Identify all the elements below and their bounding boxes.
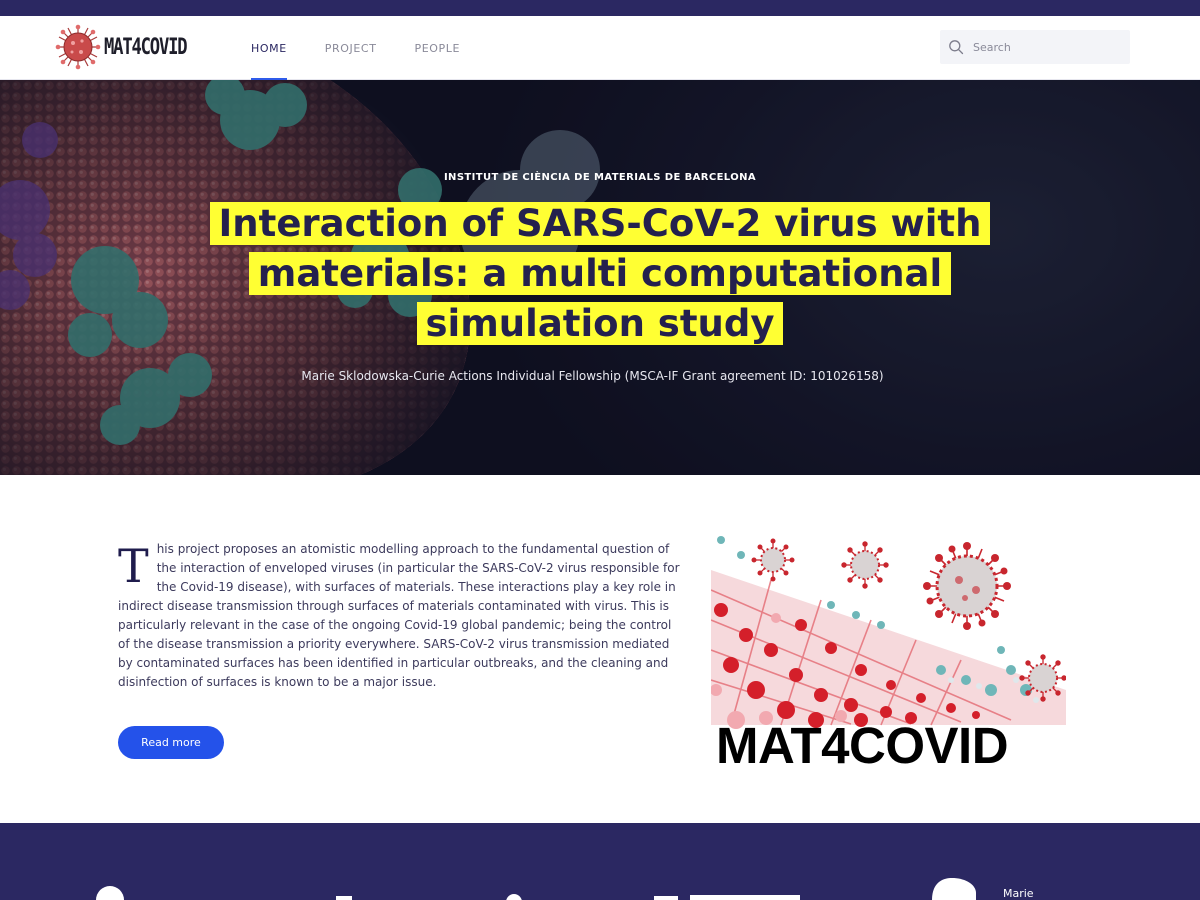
site-logo[interactable]: MAT4COVID bbox=[55, 24, 210, 70]
drop-cap: T bbox=[118, 539, 149, 593]
brand-name: MAT4COVID bbox=[104, 34, 188, 60]
read-more-button[interactable]: Read more bbox=[118, 726, 224, 759]
top-accent-bar bbox=[0, 0, 1200, 16]
fellowship-subtitle: Marie Sklodowska-Curie Actions Individua… bbox=[301, 369, 884, 383]
page-title: Interaction of SARS-CoV-2 virus with mat… bbox=[140, 199, 1060, 349]
partner-logo-6 bbox=[932, 878, 976, 900]
partner-logo-2 bbox=[336, 896, 352, 900]
nav-item-home[interactable]: HOME bbox=[251, 16, 287, 80]
partner-logo-5 bbox=[690, 895, 800, 900]
virus-particle bbox=[1019, 654, 1066, 702]
intro-paragraph: his project proposes an atomistic modell… bbox=[118, 542, 680, 689]
hero-banner: INSTITUT DE CIÈNCIA DE MATERIALS DE BARC… bbox=[0, 80, 1200, 475]
search-box[interactable] bbox=[940, 30, 1130, 64]
virus-particle bbox=[751, 538, 795, 582]
search-icon[interactable] bbox=[948, 39, 964, 55]
main-nav: HOME PROJECT PEOPLE bbox=[251, 16, 498, 80]
virus-logo-icon bbox=[55, 24, 101, 70]
partner-logo-3 bbox=[506, 894, 522, 900]
project-intro: T his project proposes an atomistic mode… bbox=[118, 540, 680, 692]
site-header: MAT4COVID HOME PROJECT PEOPLE bbox=[0, 16, 1200, 80]
site-footer: Marie bbox=[0, 823, 1200, 900]
nav-item-project[interactable]: PROJECT bbox=[325, 16, 377, 80]
partner-logo-4 bbox=[654, 896, 678, 900]
virus-particle bbox=[841, 541, 889, 589]
msca-label: Marie bbox=[1003, 887, 1034, 900]
search-input[interactable] bbox=[973, 40, 1123, 54]
partner-logo-1 bbox=[96, 886, 124, 900]
institute-name: INSTITUT DE CIÈNCIA DE MATERIALS DE BARC… bbox=[443, 172, 757, 183]
nav-item-people[interactable]: PEOPLE bbox=[415, 16, 461, 80]
highlighted-title: Interaction of SARS-CoV-2 virus with mat… bbox=[209, 202, 991, 345]
virus-particle bbox=[923, 542, 1011, 630]
figure-label: MAT4COVID bbox=[716, 717, 1009, 774]
